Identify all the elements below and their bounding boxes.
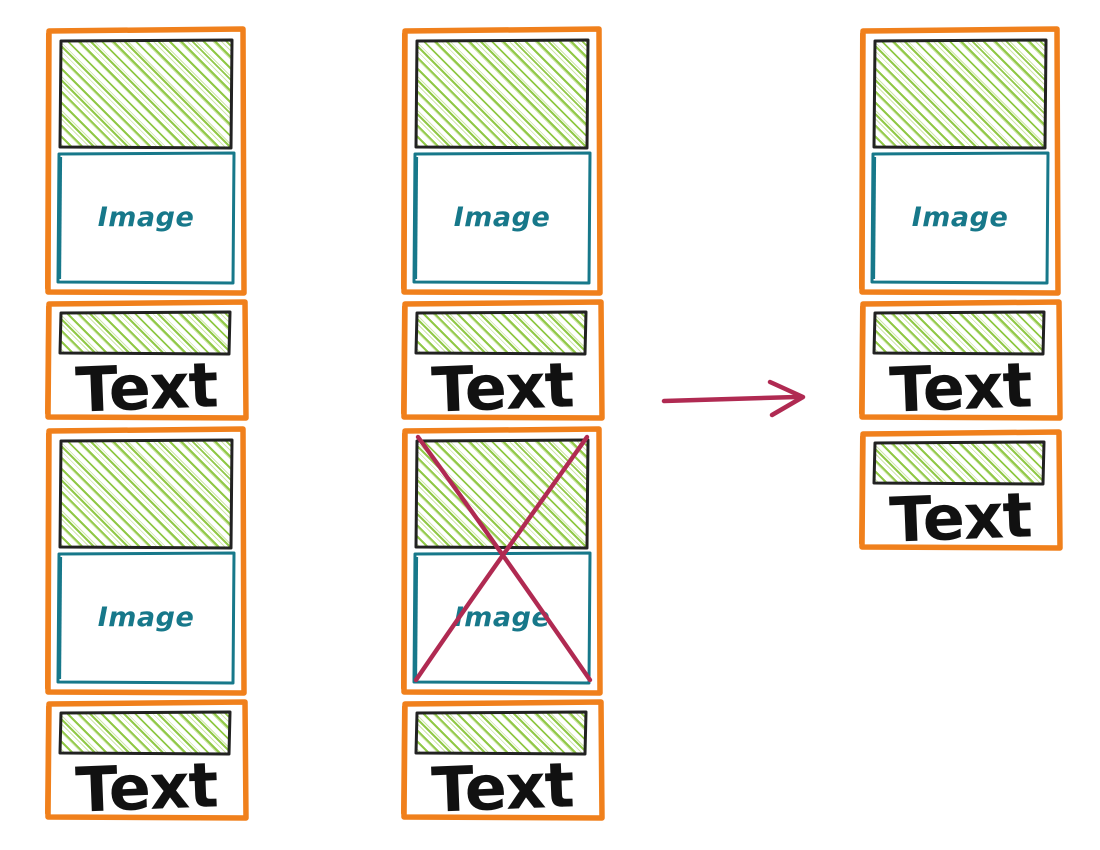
image-preview-panel: Image <box>412 551 592 685</box>
card-image[interactable]: Image <box>401 26 603 296</box>
card-text[interactable]: Text <box>45 699 249 827</box>
text-label: Text <box>430 348 575 427</box>
image-preview-panel: Image <box>412 151 592 285</box>
image-preview-panel: Image <box>56 151 236 285</box>
hatch-border <box>414 38 590 150</box>
image-label: Image <box>453 601 551 633</box>
card-image[interactable]: Image <box>859 26 1061 296</box>
source-list-left: Image Text Image Text <box>45 26 249 827</box>
card-text[interactable]: Text <box>45 299 249 427</box>
marked-list-middle: Image Text Image Text <box>401 26 605 827</box>
card-text[interactable]: Text <box>859 429 1063 557</box>
image-thumbnail-hatch <box>58 38 234 150</box>
image-label: Image <box>97 201 195 233</box>
image-thumbnail-hatch <box>414 438 590 550</box>
result-list-right: Image Text Text <box>859 26 1063 557</box>
card-text[interactable]: Text <box>401 699 605 827</box>
hatch-border <box>872 38 1048 150</box>
card-text[interactable]: Text <box>401 299 605 427</box>
transform-arrow <box>660 375 815 420</box>
image-thumbnail-hatch <box>872 38 1048 150</box>
hatch-border <box>414 438 590 550</box>
text-label: Text <box>74 748 219 827</box>
text-label: Text <box>888 478 1033 557</box>
card-image-crossed-out[interactable]: Image <box>401 426 603 696</box>
image-label: Image <box>97 601 195 633</box>
image-label: Image <box>911 201 1009 233</box>
image-thumbnail-hatch <box>414 38 590 150</box>
image-label: Image <box>453 201 551 233</box>
text-label: Text <box>888 348 1033 427</box>
hatch-border <box>58 38 234 150</box>
diagram-canvas: Image Text Image Text Image Text Image T… <box>0 0 1100 850</box>
text-label: Text <box>430 748 575 827</box>
image-preview-panel: Image <box>870 151 1050 285</box>
hatch-border <box>58 438 234 550</box>
text-label: Text <box>74 348 219 427</box>
card-image[interactable]: Image <box>45 26 247 296</box>
image-preview-panel: Image <box>56 551 236 685</box>
arrow-right-icon <box>661 379 806 418</box>
image-thumbnail-hatch <box>58 438 234 550</box>
card-image[interactable]: Image <box>45 426 247 696</box>
card-text[interactable]: Text <box>859 299 1063 427</box>
